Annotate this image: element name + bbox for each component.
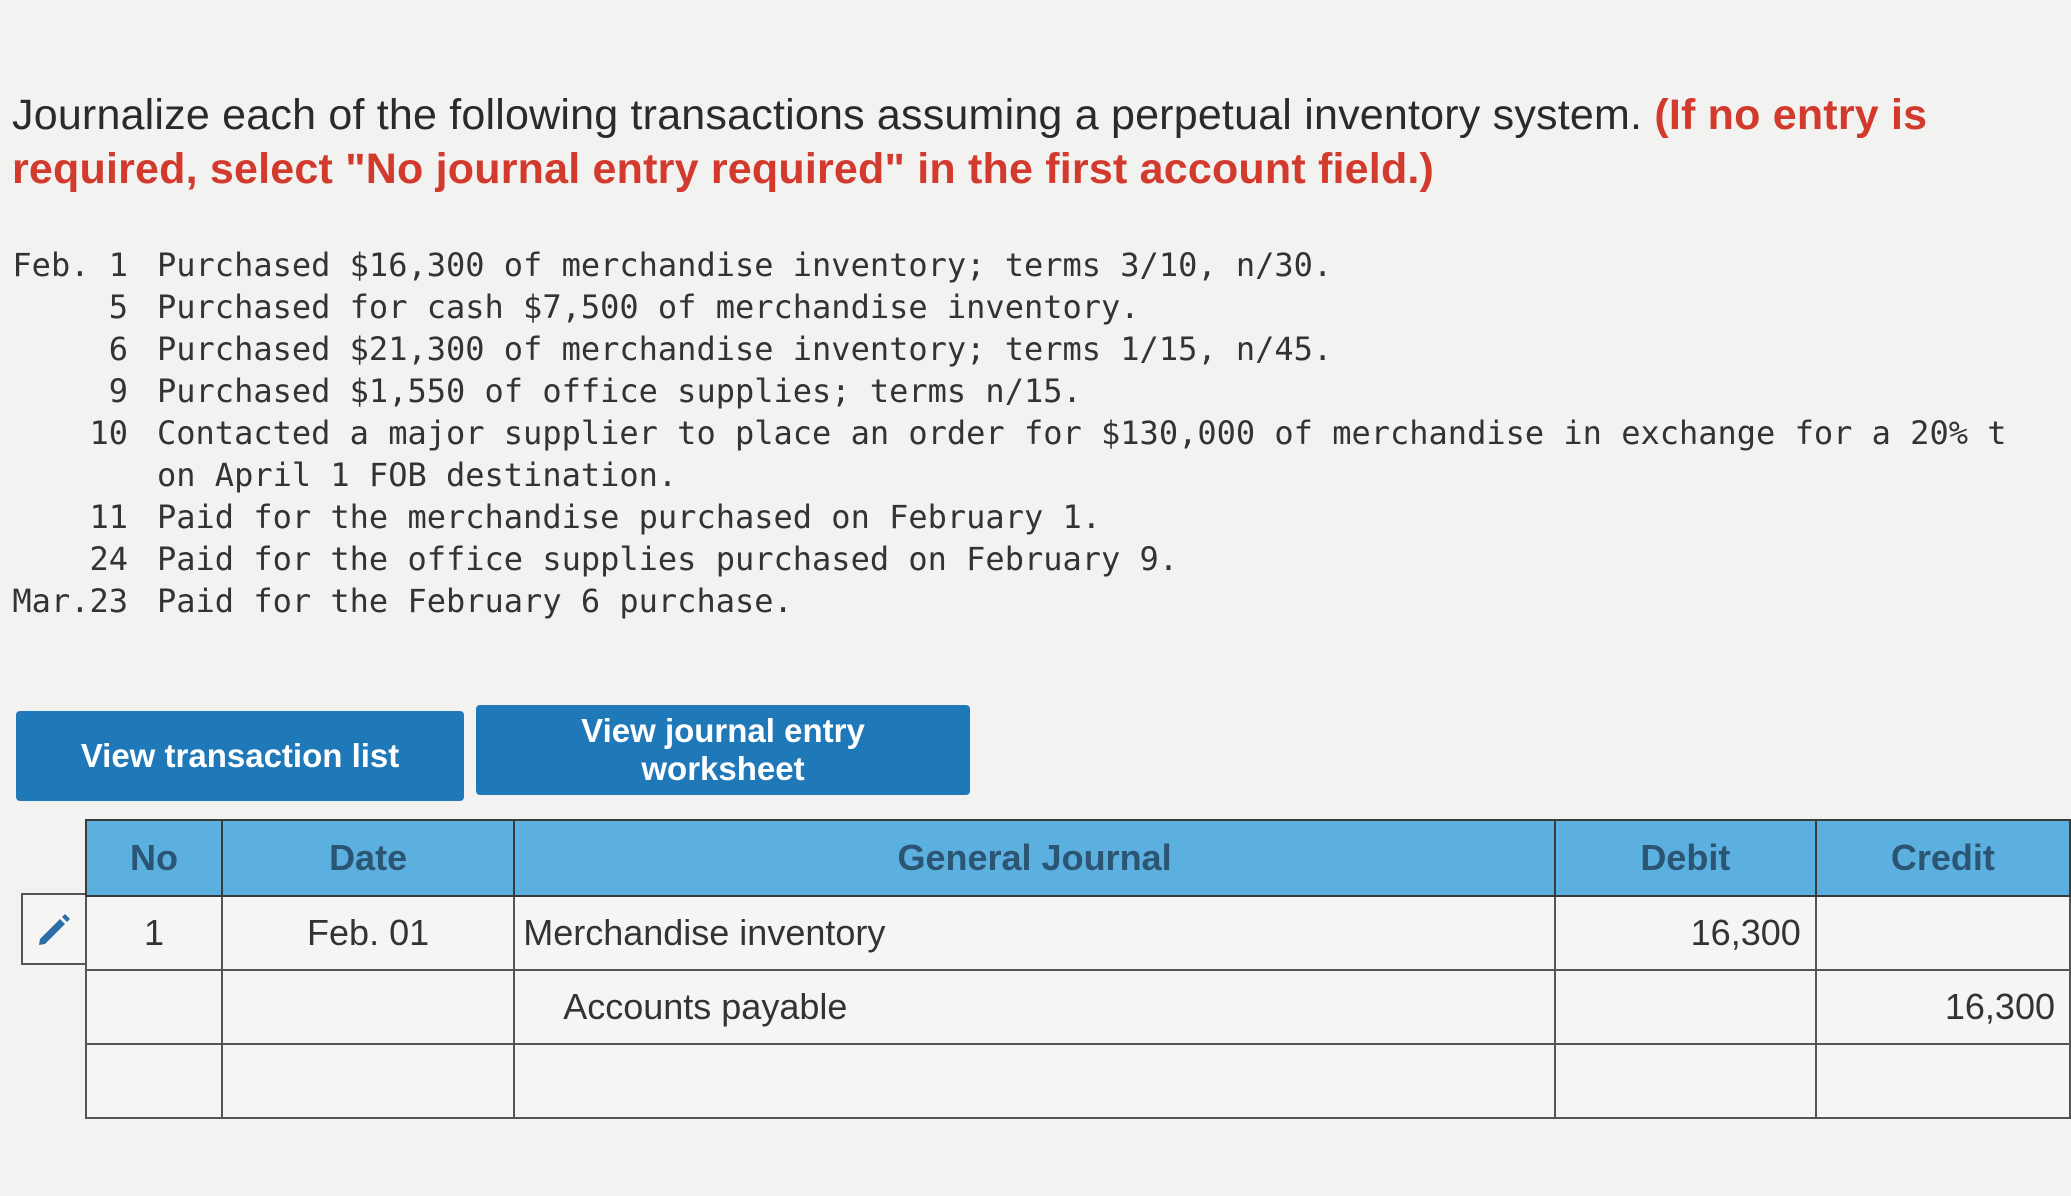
- transaction-date: Feb. 1: [12, 246, 128, 284]
- transaction-text: Purchased $1,550 of office supplies; ter…: [157, 372, 1082, 410]
- instructions: Journalize each of the following transac…: [12, 88, 2071, 196]
- transaction-text: Purchased $21,300 of merchandise invento…: [157, 330, 1333, 368]
- entry-no-cell: [85, 1043, 223, 1119]
- view-journal-entry-worksheet-button[interactable]: View journal entry worksheet: [476, 705, 970, 795]
- debit-cell: 16,300: [1553, 895, 1817, 971]
- transaction-date: Mar.23: [12, 582, 128, 620]
- entry-no-cell: [85, 969, 223, 1045]
- column-header-debit: Debit: [1553, 819, 1817, 897]
- journal-header-row: No Date General Journal Debit Credit: [85, 819, 2071, 897]
- table-row[interactable]: [85, 1043, 2071, 1119]
- debit-cell: [1553, 1043, 1817, 1119]
- transaction-text: Contacted a major supplier to place an o…: [157, 414, 2007, 452]
- transaction-text: Paid for the office supplies purchased o…: [157, 540, 1179, 578]
- credit-cell: 16,300: [1814, 969, 2071, 1045]
- credit-cell: [1814, 1043, 2071, 1119]
- transaction-text: Purchased $16,300 of merchandise invento…: [157, 246, 1333, 284]
- transaction-date: 11: [89, 498, 128, 536]
- transaction-date: 24: [89, 540, 128, 578]
- transaction-text: on April 1 FOB destination.: [157, 456, 678, 494]
- account-cell: [513, 1043, 1556, 1119]
- account-cell: Merchandise inventory: [513, 895, 1556, 971]
- transaction-date: 5: [108, 288, 128, 326]
- entry-date-cell: [220, 969, 516, 1045]
- general-journal-table: No Date General Journal Debit Credit 1 F…: [85, 819, 2071, 1119]
- account-cell: Accounts payable: [513, 969, 1556, 1045]
- table-row[interactable]: Accounts payable 16,300: [85, 969, 2071, 1045]
- entry-date-cell: [220, 1043, 516, 1119]
- transaction-text: Purchased for cash $7,500 of merchandise…: [157, 288, 1140, 326]
- pencil-icon: [39, 914, 70, 945]
- transaction-date: 9: [108, 372, 128, 410]
- entry-no-cell: 1: [85, 895, 223, 971]
- column-header-no: No: [85, 819, 223, 897]
- table-row[interactable]: 1 Feb. 01 Merchandise inventory 16,300: [85, 895, 2071, 971]
- edit-entry-button[interactable]: [21, 893, 85, 965]
- debit-cell: [1553, 969, 1817, 1045]
- column-header-credit: Credit: [1814, 819, 2071, 897]
- entry-date-cell: Feb. 01: [220, 895, 516, 971]
- instructions-text: Journalize each of the following transac…: [12, 91, 1655, 139]
- column-header-general-journal: General Journal: [513, 819, 1556, 897]
- transaction-text: Paid for the merchandise purchased on Fe…: [157, 498, 1102, 536]
- credit-cell: [1814, 895, 2071, 971]
- transaction-text: Paid for the February 6 purchase.: [157, 582, 793, 620]
- transaction-date: 10: [89, 414, 128, 452]
- column-header-date: Date: [220, 819, 516, 897]
- view-transaction-list-button[interactable]: View transaction list: [16, 711, 464, 801]
- transaction-date: 6: [108, 330, 128, 368]
